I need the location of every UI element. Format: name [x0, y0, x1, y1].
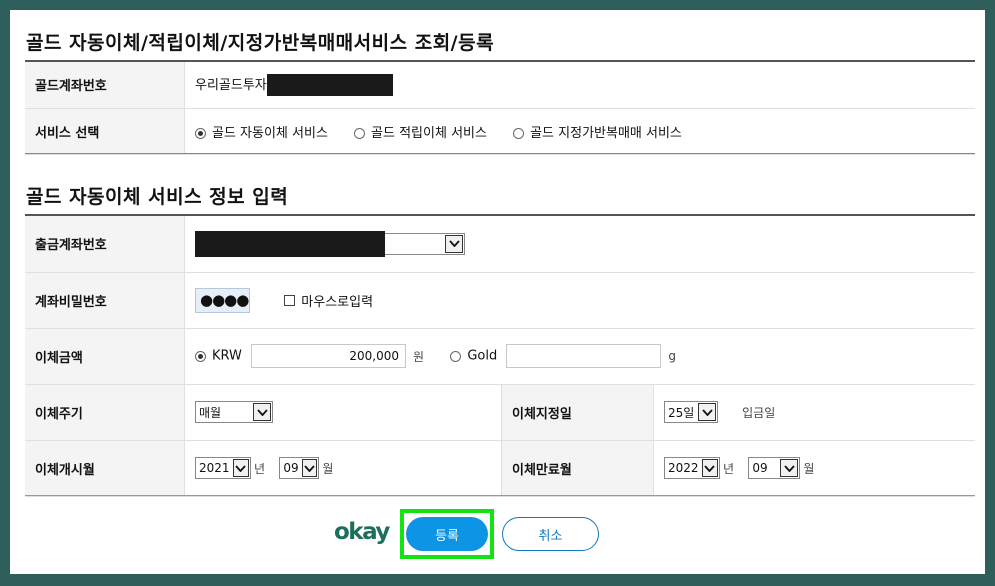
day-cell: 25일 입금일: [653, 384, 975, 441]
radio-icon[interactable]: [354, 127, 366, 139]
amount-label: 이체금액: [25, 328, 185, 385]
end-label: 이체만료월: [501, 440, 654, 497]
gold-unit: g: [668, 349, 677, 363]
chevron-down-icon[interactable]: [701, 459, 718, 477]
password-label: 계좌비밀번호: [25, 272, 185, 329]
period-row: 이체개시월 2021 년 09 월 이체만료월 2022 년 09 월: [25, 440, 975, 497]
amount-row: 이체금액 KRW 200,000 원 Gold g: [25, 328, 975, 385]
withdraw-account-label: 출금계좌번호: [25, 216, 185, 273]
gold-account-prefix: 우리골드투자: [195, 77, 267, 93]
service-option-savings-transfer-label: 골드 적립이체 서비스: [371, 125, 487, 141]
cycle-row: 이체주기 매월 이체지정일 25일 입금일: [25, 384, 975, 441]
start-year-value: 2021: [199, 461, 230, 475]
register-button[interactable]: 등록: [406, 517, 488, 551]
service-select-label: 서비스 선택: [25, 108, 185, 155]
password-cell: ●●●● 마우스로입력: [184, 272, 975, 329]
section2-bottom-rule: [25, 495, 975, 496]
chevron-down-icon[interactable]: [232, 459, 249, 477]
service-option-auto-transfer[interactable]: 골드 자동이체 서비스: [195, 122, 328, 141]
chevron-down-icon[interactable]: [698, 403, 716, 421]
section1-bottom-rule: [25, 153, 975, 154]
chevron-down-icon[interactable]: [253, 403, 271, 421]
gold-radio[interactable]: [450, 350, 462, 362]
end-year-select[interactable]: 2022: [664, 457, 720, 479]
register-button-highlight: 등록: [400, 509, 494, 559]
redacted-account-number: [266, 74, 393, 96]
withdraw-account-cell: [184, 216, 975, 273]
end-month-select[interactable]: 09: [748, 457, 801, 479]
gold-amount-input[interactable]: [506, 344, 662, 368]
cycle-cell: 매월: [184, 384, 502, 441]
gold-label: Gold: [467, 348, 498, 364]
gold-account-label: 골드계좌번호: [25, 62, 185, 109]
chevron-down-icon[interactable]: [301, 459, 318, 477]
service-option-savings-transfer[interactable]: 골드 적립이체 서비스: [354, 122, 487, 141]
gold-account-value: 우리골드투자: [184, 62, 975, 109]
redacted-withdraw-account: [195, 230, 385, 257]
chevron-down-icon[interactable]: [780, 459, 799, 477]
cancel-button[interactable]: 취소: [502, 517, 599, 551]
day-label: 이체지정일: [501, 384, 654, 441]
cycle-select-value: 매월: [199, 405, 222, 420]
end-month-unit: 월: [803, 461, 815, 476]
service-options: 골드 자동이체 서비스 골드 적립이체 서비스 골드 지정가반복매매 서비스: [184, 108, 975, 155]
start-month-select[interactable]: 09: [279, 457, 320, 479]
start-cell: 2021 년 09 월: [184, 440, 502, 497]
section1-title: 골드 자동이체/적립이체/지정가반복매매서비스 조회/등록: [26, 32, 495, 54]
section2-table: 출금계좌번호 계좌비밀번호 ●●●● 마우스로입력 이체금액 KRW 200,0…: [25, 216, 975, 497]
krw-amount-input[interactable]: 200,000: [251, 344, 407, 368]
radio-icon[interactable]: [513, 127, 525, 139]
start-month-value: 09: [283, 461, 299, 475]
day-select-value: 25일: [668, 405, 695, 420]
day-note: 입금일: [742, 405, 776, 420]
krw-label: KRW: [212, 348, 242, 364]
start-month-unit: 월: [322, 461, 334, 476]
start-label: 이체개시월: [25, 440, 185, 497]
day-select[interactable]: 25일: [664, 401, 718, 423]
cycle-label: 이체주기: [25, 384, 185, 441]
amount-cell: KRW 200,000 원 Gold g: [184, 328, 975, 385]
service-option-limit-repeat-trade[interactable]: 골드 지정가반복매매 서비스: [513, 122, 682, 141]
main-panel: 골드 자동이체/적립이체/지정가반복매매서비스 조회/등록 골드계좌번호 우리골…: [10, 10, 985, 574]
cycle-select[interactable]: 매월: [195, 401, 273, 423]
withdraw-account-select[interactable]: [195, 230, 465, 257]
chevron-down-icon[interactable]: [445, 234, 463, 253]
service-option-limit-repeat-trade-label: 골드 지정가반복매매 서비스: [530, 125, 682, 141]
section1-table: 골드계좌번호 우리골드투자 서비스 선택 골드 자동이체 서비스 골드 적립이체…: [25, 62, 975, 155]
password-input[interactable]: ●●●●: [195, 287, 250, 313]
gold-account-row: 골드계좌번호 우리골드투자: [25, 62, 975, 109]
end-cell: 2022 년 09 월: [653, 440, 975, 497]
krw-unit: 원: [413, 349, 425, 364]
start-year-unit: 년: [254, 461, 266, 476]
section2-title: 골드 자동이체 서비스 정보 입력: [26, 186, 289, 208]
end-month-value: 09: [752, 461, 768, 475]
end-year-unit: 년: [723, 461, 735, 476]
start-year-select[interactable]: 2021: [195, 457, 251, 479]
password-row: 계좌비밀번호 ●●●● 마우스로입력: [25, 272, 975, 329]
mouse-input-checkbox[interactable]: [284, 294, 296, 306]
krw-radio[interactable]: [195, 350, 206, 362]
withdraw-account-row: 출금계좌번호: [25, 216, 975, 273]
service-option-auto-transfer-label: 골드 자동이체 서비스: [212, 125, 328, 141]
okay-logo: okay: [334, 519, 390, 545]
radio-selected-icon[interactable]: [195, 127, 206, 139]
service-select-row: 서비스 선택 골드 자동이체 서비스 골드 적립이체 서비스 골드 지정가반복매…: [25, 108, 975, 155]
end-year-value: 2022: [668, 461, 699, 475]
mouse-input-label: 마우스로입력: [301, 294, 374, 310]
